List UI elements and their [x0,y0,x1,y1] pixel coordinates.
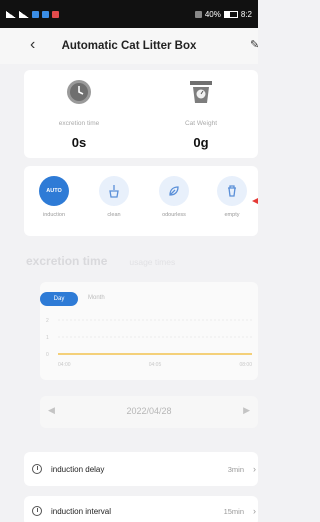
signal-icon [6,10,16,18]
nfc-icon [194,10,202,18]
clock-icon [65,78,93,106]
battery-percent: 40% [204,9,221,19]
leaf-icon [159,176,189,206]
mode-induction[interactable]: AUTO induction [34,176,74,218]
mode-label: induction [42,212,66,218]
mode-clean[interactable]: clean [94,176,134,218]
auto-badge: AUTO [39,176,69,206]
next-date-arrow-icon[interactable]: ▶ [243,405,250,416]
mode-label: odourless [162,212,186,218]
cat-weight-stat: Cat Weight 0g [146,78,256,150]
status-bar: 40% 8:2 [0,0,258,28]
timer-icon [32,506,42,516]
chevron-right-icon: › [253,506,256,516]
usage-chart: 2 1 0 04:00 04:05 08:00 [46,318,252,368]
x-tick-label: 04:00 [58,362,71,368]
mode-selector: AUTO induction clean odourless empty [24,166,258,236]
red-pointer-icon [252,198,258,204]
back-arrow-icon[interactable]: ‹ [30,36,35,54]
y-tick-label: 0 [46,352,49,358]
clock-time: 8:2 [240,9,252,19]
setting-label: induction interval [51,506,112,516]
mode-label: clean [107,212,121,218]
page-title: Automatic Cat Litter Box [61,40,197,52]
period-day-button[interactable]: Day [40,292,78,306]
date-navigator: ◀ 2022/04/28 ▶ [40,396,258,428]
mode-odourless[interactable]: odourless [154,176,194,218]
current-date: 2022/04/28 [126,406,172,416]
period-month-button[interactable]: Month [88,295,105,301]
mode-empty[interactable]: empty [212,176,252,218]
setting-label: induction delay [51,464,105,474]
setting-induction-interval[interactable]: induction interval 15min › [24,496,258,522]
y-tick-label: 2 [46,318,49,324]
broom-icon [99,176,129,206]
trash-icon [217,176,247,206]
app-header: ‹ Automatic Cat Litter Box ✎ [0,28,258,64]
app-icon [32,10,39,18]
scale-icon [187,78,215,106]
x-tick-label: 04:05 [149,362,162,368]
setting-value: 3min [227,464,244,474]
stats-tabs: excretion time usage times [26,254,175,268]
y-tick-label: 1 [46,335,49,341]
tab-excretion-time[interactable]: excretion time [26,254,107,268]
setting-induction-delay[interactable]: induction delay 3min › [24,452,258,486]
chevron-right-icon: › [253,464,256,474]
excretion-time-stat: excretion time 0s [24,78,134,150]
status-left [6,10,59,18]
battery-icon [223,10,238,18]
stat-label: Cat Weight [184,120,218,127]
stats-card: excretion time 0s Cat Weight 0g [24,70,258,158]
stat-value: 0s [71,135,87,150]
status-right: 40% 8:2 [194,9,252,19]
stat-value: 0g [193,135,209,150]
setting-value: 15min [223,506,244,516]
x-tick-label: 08:00 [239,362,252,368]
edit-icon[interactable]: ✎ [250,38,258,51]
stat-label: excretion time [58,120,100,127]
chart-card: Day Month 2 1 0 04:00 04:05 08:00 [40,282,258,380]
signal-icon [19,10,29,18]
mode-label: empty [224,212,240,218]
tab-usage-times[interactable]: usage times [129,257,175,267]
app-icon [52,10,59,18]
app-icon [42,10,49,18]
timer-icon [32,464,42,474]
